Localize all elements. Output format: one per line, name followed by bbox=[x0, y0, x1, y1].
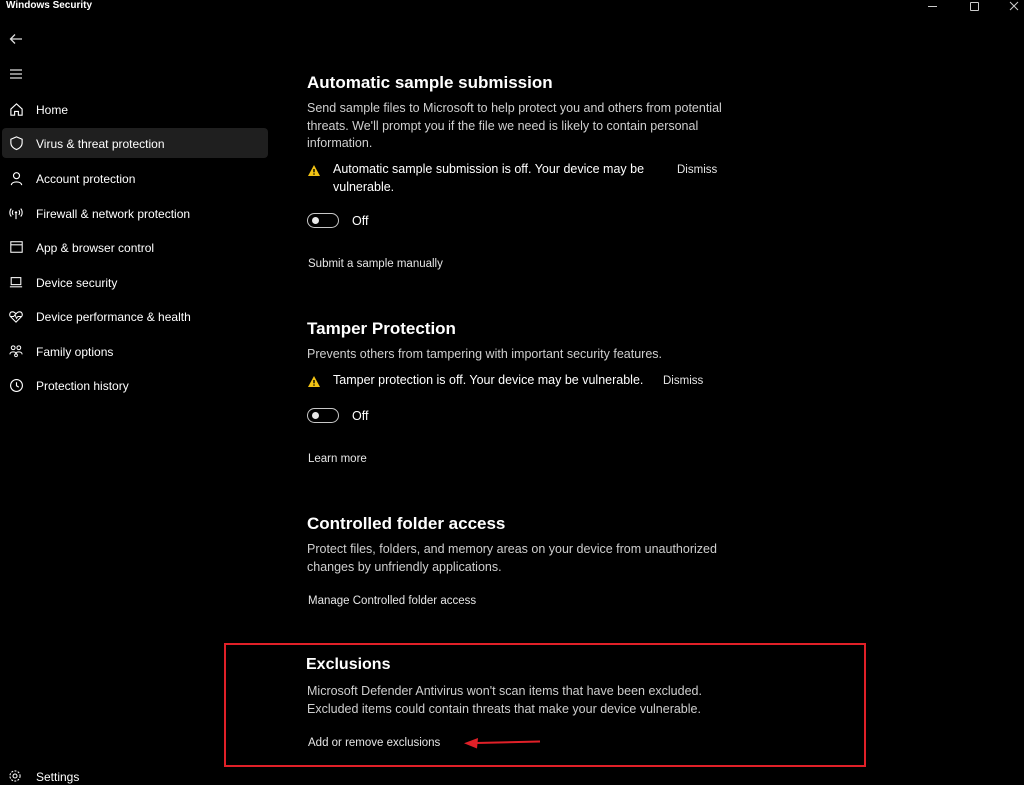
warning-icon bbox=[307, 375, 321, 389]
submit-sample-link[interactable]: Submit a sample manually bbox=[308, 258, 443, 270]
gear-icon bbox=[8, 769, 22, 785]
sidebar-item-device-performance[interactable]: Device performance & health bbox=[2, 301, 268, 331]
antenna-icon bbox=[8, 205, 24, 221]
maximize-icon bbox=[969, 1, 979, 11]
maximize-button[interactable] bbox=[959, 0, 989, 12]
sidebar-item-protection-history[interactable]: Protection history bbox=[2, 370, 268, 400]
close-button[interactable] bbox=[999, 0, 1024, 12]
sidebar-item-home[interactable]: Home bbox=[2, 94, 268, 124]
person-icon bbox=[8, 170, 24, 186]
warning-icon bbox=[307, 164, 321, 178]
sidebar-item-virus-threat-protection[interactable]: Virus & threat protection bbox=[2, 128, 268, 158]
back-button[interactable] bbox=[5, 29, 27, 49]
sidebar-item-family-options[interactable]: Family options bbox=[2, 336, 268, 366]
toggle-knob bbox=[312, 412, 319, 419]
browser-window-icon bbox=[8, 239, 24, 255]
sample-submission-description: Send sample files to Microsoft to help p… bbox=[307, 101, 722, 150]
hamburger-icon bbox=[10, 69, 22, 79]
sample-submission-toggle[interactable] bbox=[307, 213, 339, 228]
sample-dismiss-link[interactable]: Dismiss bbox=[677, 164, 717, 176]
sidebar-item-label: Device performance & health bbox=[36, 310, 191, 324]
sidebar-item-label: Account protection bbox=[36, 172, 136, 186]
exclusions-title: Exclusions bbox=[306, 656, 391, 673]
home-icon bbox=[8, 101, 24, 117]
tamper-protection-toggle[interactable] bbox=[307, 408, 339, 423]
learn-more-link[interactable]: Learn more bbox=[308, 453, 367, 465]
tamper-toggle-label: Off bbox=[352, 409, 369, 423]
tamper-protection-description: Prevents others from tampering with impo… bbox=[307, 347, 663, 361]
manage-controlled-folder-link[interactable]: Manage Controlled folder access bbox=[308, 595, 476, 607]
sidebar-item-label: Protection history bbox=[36, 379, 129, 393]
windows-security-window: Windows Security Home Virus & threat pro… bbox=[0, 0, 1024, 785]
sidebar-item-label: App & browser control bbox=[36, 241, 155, 255]
heart-pulse-icon bbox=[8, 308, 24, 324]
laptop-icon bbox=[8, 274, 24, 290]
controlled-folder-description: Protect files, folders, and memory areas… bbox=[307, 542, 717, 574]
sidebar-item-firewall[interactable]: Firewall & network protection bbox=[2, 198, 268, 228]
shield-icon bbox=[8, 135, 24, 151]
menu-button[interactable] bbox=[5, 64, 27, 84]
toggle-knob bbox=[312, 217, 319, 224]
sample-toggle-label: Off bbox=[352, 214, 369, 228]
sidebar-item-app-browser-control[interactable]: App & browser control bbox=[2, 232, 268, 262]
settings-label: Settings bbox=[36, 770, 80, 784]
history-icon bbox=[8, 377, 24, 393]
sidebar-item-device-security[interactable]: Device security bbox=[2, 267, 268, 297]
sidebar-item-account-protection[interactable]: Account protection bbox=[2, 163, 268, 193]
sidebar-item-label: Home bbox=[36, 103, 69, 117]
sidebar-item-label: Firewall & network protection bbox=[36, 207, 191, 221]
exclusions-description: Microsoft Defender Antivirus won't scan … bbox=[307, 684, 702, 716]
minimize-button[interactable] bbox=[917, 0, 947, 12]
controlled-folder-title: Controlled folder access bbox=[307, 514, 506, 533]
close-icon bbox=[1009, 1, 1019, 11]
sidebar-item-label: Family options bbox=[36, 345, 114, 359]
tamper-protection-title: Tamper Protection bbox=[307, 319, 456, 338]
tamper-dismiss-link[interactable]: Dismiss bbox=[663, 375, 703, 387]
minimize-icon bbox=[927, 5, 937, 7]
app-title: Windows Security bbox=[6, 0, 93, 11]
family-icon bbox=[8, 343, 24, 359]
red-arrow-icon bbox=[464, 738, 541, 749]
back-arrow-icon bbox=[9, 34, 22, 44]
title-bar: Windows Security bbox=[0, 0, 1024, 14]
sample-submission-title: Automatic sample submission bbox=[307, 73, 553, 92]
add-remove-exclusions-link[interactable]: Add or remove exclusions bbox=[308, 737, 440, 749]
sidebar-item-label: Virus & threat protection bbox=[36, 137, 165, 151]
warning-text: Automatic sample submission is off. Your… bbox=[333, 162, 645, 194]
sidebar-item-label: Device security bbox=[36, 276, 118, 290]
sidebar-item-settings[interactable]: Settings bbox=[2, 766, 202, 785]
warning-text: Tamper protection is off. Your device ma… bbox=[333, 373, 644, 387]
